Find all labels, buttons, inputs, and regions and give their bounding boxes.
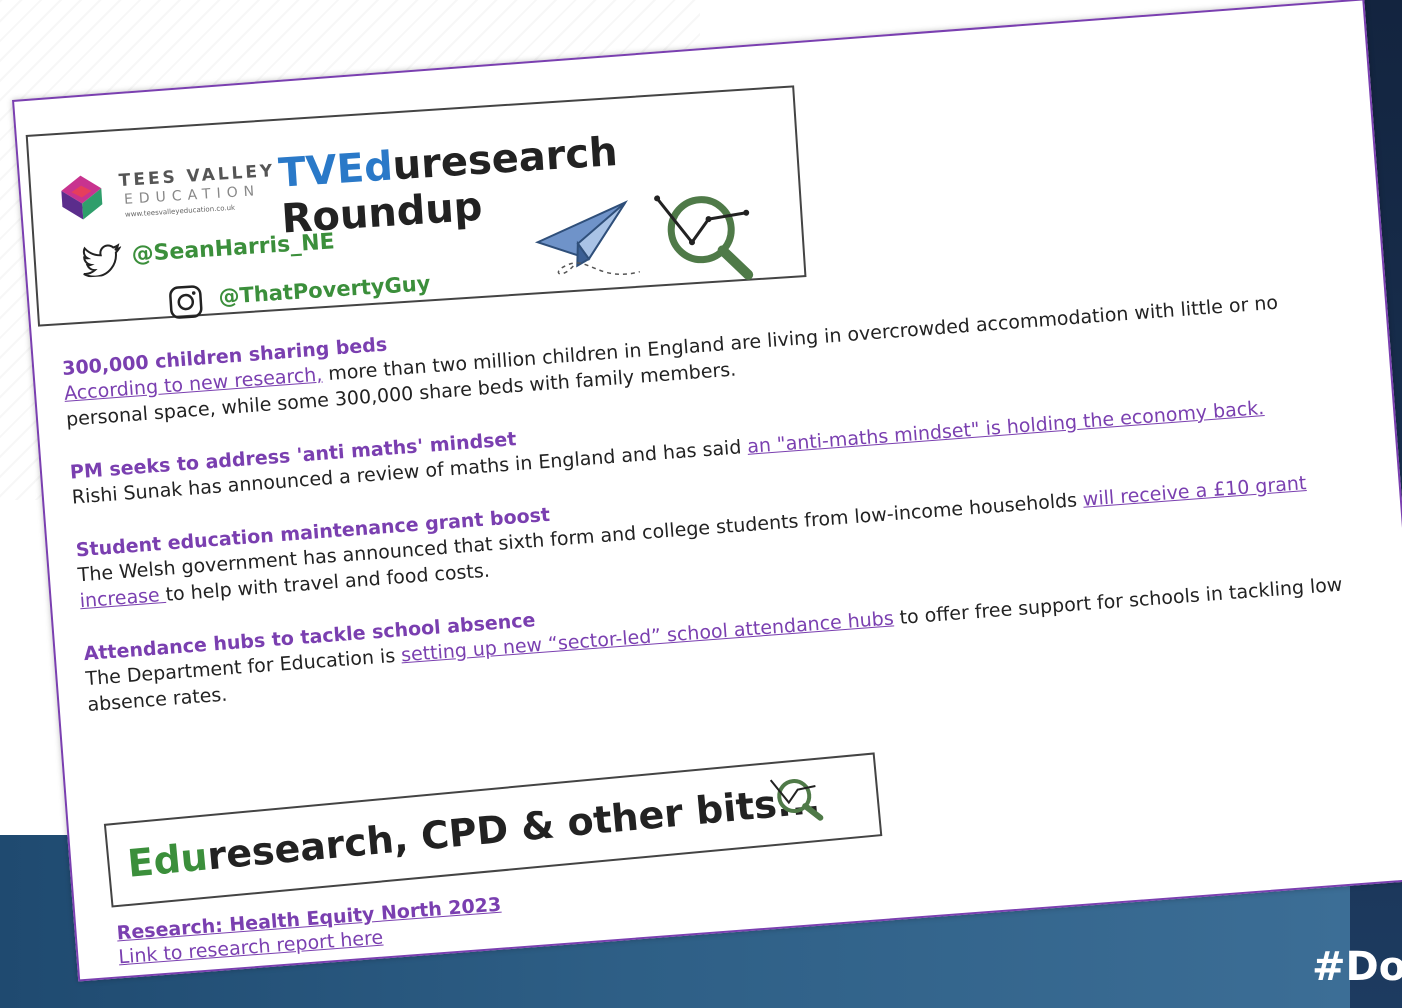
section-title: Eduresearch, CPD & other bits...: [126, 778, 822, 886]
instagram-handle-link[interactable]: @ThatPovertyGuy: [218, 271, 431, 309]
twitter-handle-link[interactable]: @SeanHarris_NE: [131, 229, 336, 267]
header-banner: TEES VALLEY EDUCATION www.teesvalleyeduc…: [25, 85, 807, 327]
magnifier-chart-small-icon: [769, 779, 824, 821]
twitter-icon: [82, 243, 122, 278]
tees-valley-logo-icon: [61, 175, 103, 220]
section-title-rest: research, CPD & other bits...: [205, 777, 822, 879]
title-tv-part: TVEd: [277, 143, 395, 197]
newsletter-document: TEES VALLEY EDUCATION www.teesvalleyeduc…: [12, 0, 1402, 982]
instagram-icon: [169, 285, 203, 319]
magnifier-chart-icon: [654, 195, 754, 280]
section-title-edu: Edu: [125, 834, 210, 886]
section-banner: Eduresearch, CPD & other bits...: [103, 752, 883, 908]
news-list: 300,000 children sharing beds According …: [61, 260, 1387, 746]
paper-plane-icon: [534, 200, 640, 276]
hashtag-text: #Do: [1312, 944, 1402, 990]
